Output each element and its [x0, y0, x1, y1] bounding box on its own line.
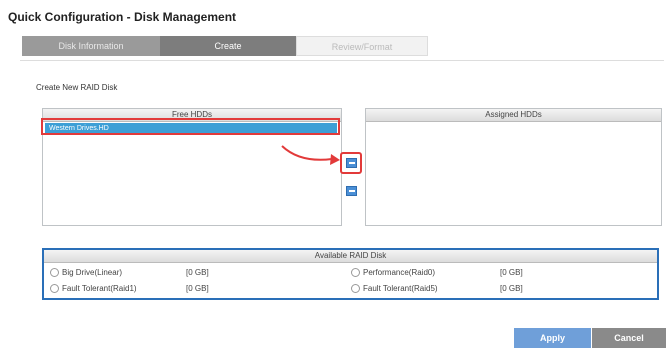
raid-option-size: [0 GB]: [186, 268, 209, 277]
raid-option-label: Performance(Raid0): [363, 268, 436, 277]
radio-icon[interactable]: [351, 284, 360, 293]
raid-option-size: [0 GB]: [500, 284, 523, 293]
radio-icon[interactable]: [50, 268, 59, 277]
radio-icon[interactable]: [50, 284, 59, 293]
radio-icon[interactable]: [351, 268, 360, 277]
raid-header: Available RAID Disk: [44, 250, 657, 263]
raid-option-big-drive[interactable]: Big Drive(Linear): [50, 268, 122, 277]
add-arrow-icon: [348, 162, 355, 164]
raid-option-fault-tolerant-raid1[interactable]: Fault Tolerant(Raid1): [50, 284, 137, 293]
cancel-button[interactable]: Cancel: [592, 328, 666, 348]
raid-option-fault-tolerant-raid5[interactable]: Fault Tolerant(Raid5): [351, 284, 438, 293]
add-to-assigned-button[interactable]: [346, 158, 357, 168]
raid-option-label: Big Drive(Linear): [62, 268, 123, 277]
remove-arrow-icon: [348, 190, 355, 192]
raid-option-size: [0 GB]: [186, 284, 209, 293]
apply-button[interactable]: Apply: [514, 328, 591, 348]
raid-option-label: Fault Tolerant(Raid5): [363, 284, 438, 293]
raid-option-size: [0 GB]: [500, 268, 523, 277]
raid-option-performance[interactable]: Performance(Raid0): [351, 268, 435, 277]
remove-from-assigned-button[interactable]: [346, 186, 357, 196]
raid-option-label: Fault Tolerant(Raid1): [62, 284, 137, 293]
